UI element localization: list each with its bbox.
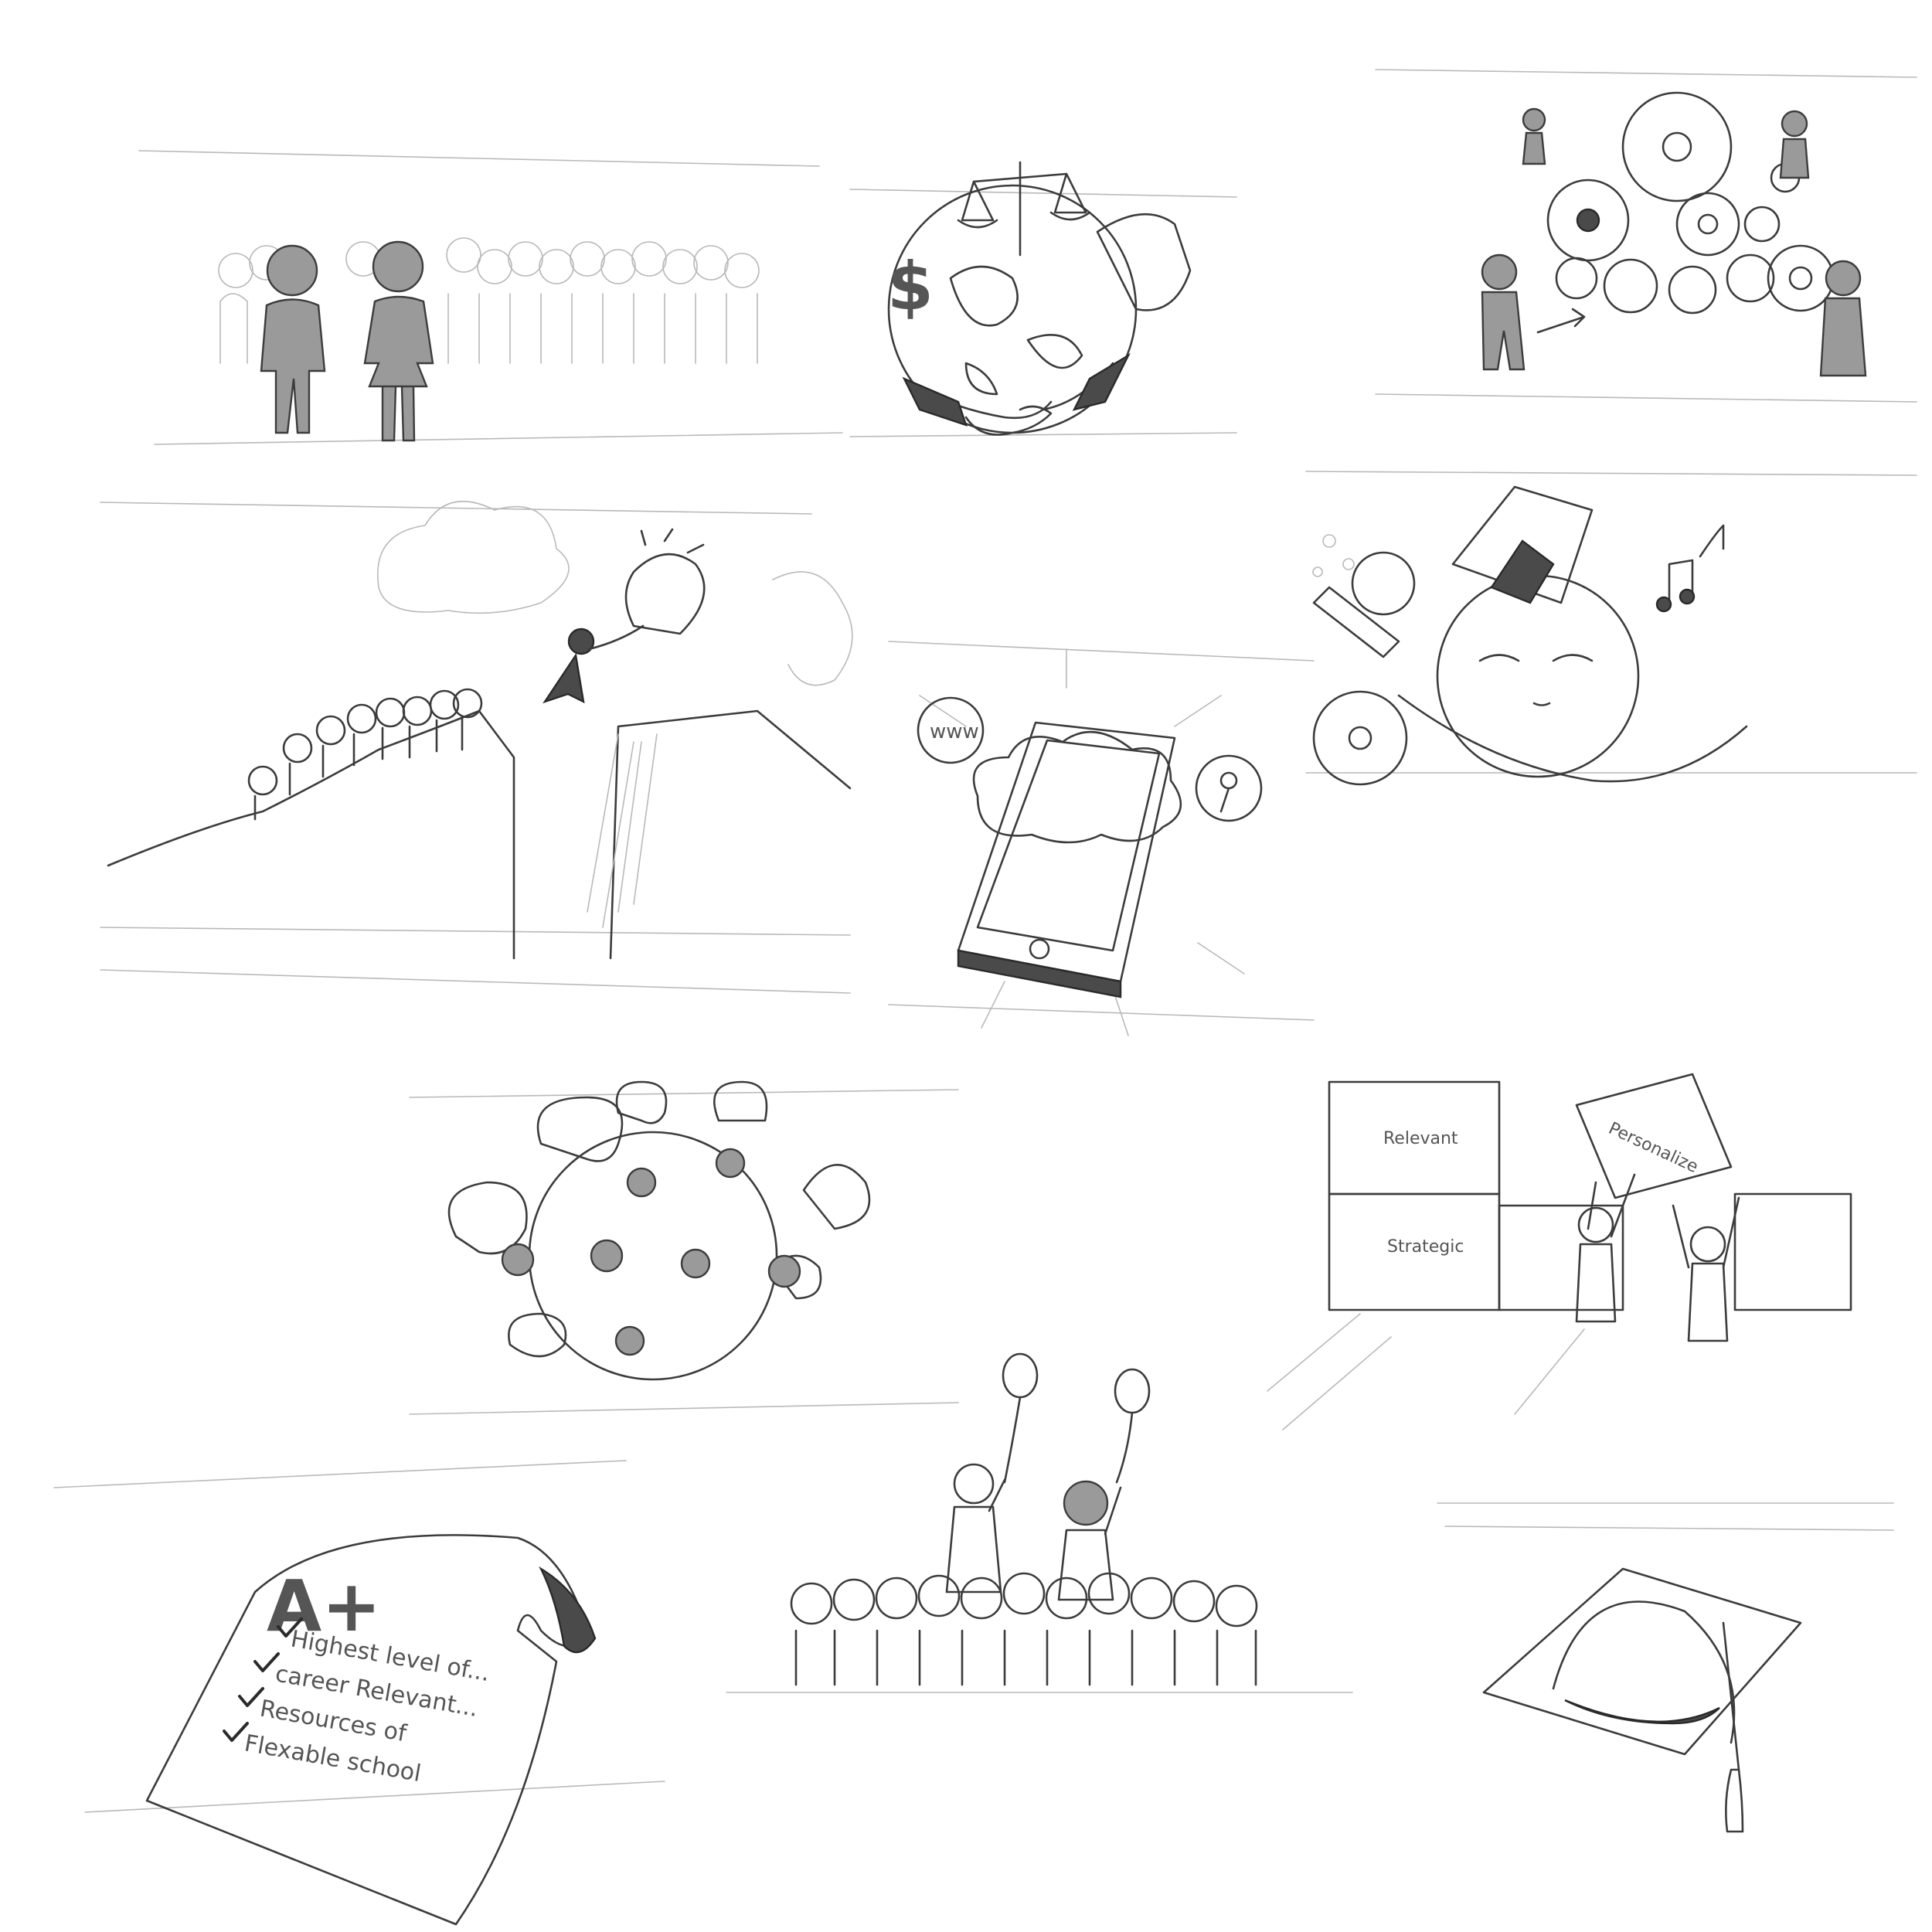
sleeping-face [1436, 574, 1640, 778]
block-relevant: Relevant [1328, 1080, 1501, 1196]
panel-graduation-cap [1437, 1502, 1894, 1833]
woman-figure [363, 240, 434, 442]
cloud-icon [972, 730, 1182, 844]
sketch-sheet: $ www Relevant Strategic Personalize A+ … [0, 0, 1932, 1932]
panel-dreaming-head [1305, 471, 1917, 786]
balloon-icon [1002, 1352, 1151, 1484]
key-bubble [1195, 754, 1263, 822]
crowd-line [247, 688, 483, 821]
strategic-label: Strategic [1387, 1237, 1464, 1257]
cliff-right [609, 709, 852, 960]
cloud-icon [377, 500, 570, 614]
arrow-icon [1536, 308, 1586, 334]
graduation-cap-icon [1482, 1567, 1802, 1833]
dollar-icon: $ [887, 248, 934, 325]
personalize-label: Personalize [1605, 1119, 1701, 1177]
phone-icon [957, 721, 1176, 998]
block-empty [1498, 1204, 1624, 1311]
panel-blocks: Relevant Strategic Personalize [1267, 1073, 1852, 1430]
film-reel-icon [1312, 690, 1748, 786]
bubbles-icon [1312, 534, 1355, 577]
tassel-icon [1725, 1768, 1744, 1833]
block-right [1733, 1192, 1852, 1311]
checklist: Highest level of... career Relevant... R… [223, 1617, 492, 1787]
panel-certificate: A+ Highest level of... career Relevant..… [53, 1460, 665, 1926]
scales-icon [957, 161, 1091, 257]
person-figure [1481, 107, 1867, 377]
speech-bubble [447, 1080, 871, 1358]
globe-icon [1351, 551, 1416, 616]
man-figure [260, 244, 326, 434]
handshake-icon [902, 352, 1131, 436]
sketch-canvas: $ www Relevant Strategic Personalize A+ … [53, 69, 1917, 1926]
crowd-audience [790, 1572, 1258, 1686]
key-icon [1219, 771, 1238, 813]
panel-crowd [138, 150, 843, 445]
book-icon [1451, 485, 1594, 604]
leaping-person-figure [543, 624, 645, 704]
panel-gears [1375, 69, 1917, 403]
lightbulb-icon [624, 528, 706, 635]
block-personalize: Personalize [1575, 1073, 1733, 1199]
lifting-person-figure [1575, 1173, 1740, 1342]
music-note-icon [1655, 524, 1725, 613]
www-bubble: www [917, 696, 985, 764]
block-strategic: Strategic [1328, 1192, 1501, 1311]
www-label: www [930, 720, 979, 743]
panel-globe-bubbles [409, 1080, 959, 1415]
panel-phone-cloud: www [888, 641, 1315, 1036]
relevant-label: Relevant [1383, 1129, 1458, 1148]
panel-cliff-leap [100, 500, 853, 994]
panel-globe-scales: $ [849, 161, 1237, 437]
panel-balloon-crowd [726, 1352, 1353, 1693]
document-icon [1096, 213, 1192, 311]
